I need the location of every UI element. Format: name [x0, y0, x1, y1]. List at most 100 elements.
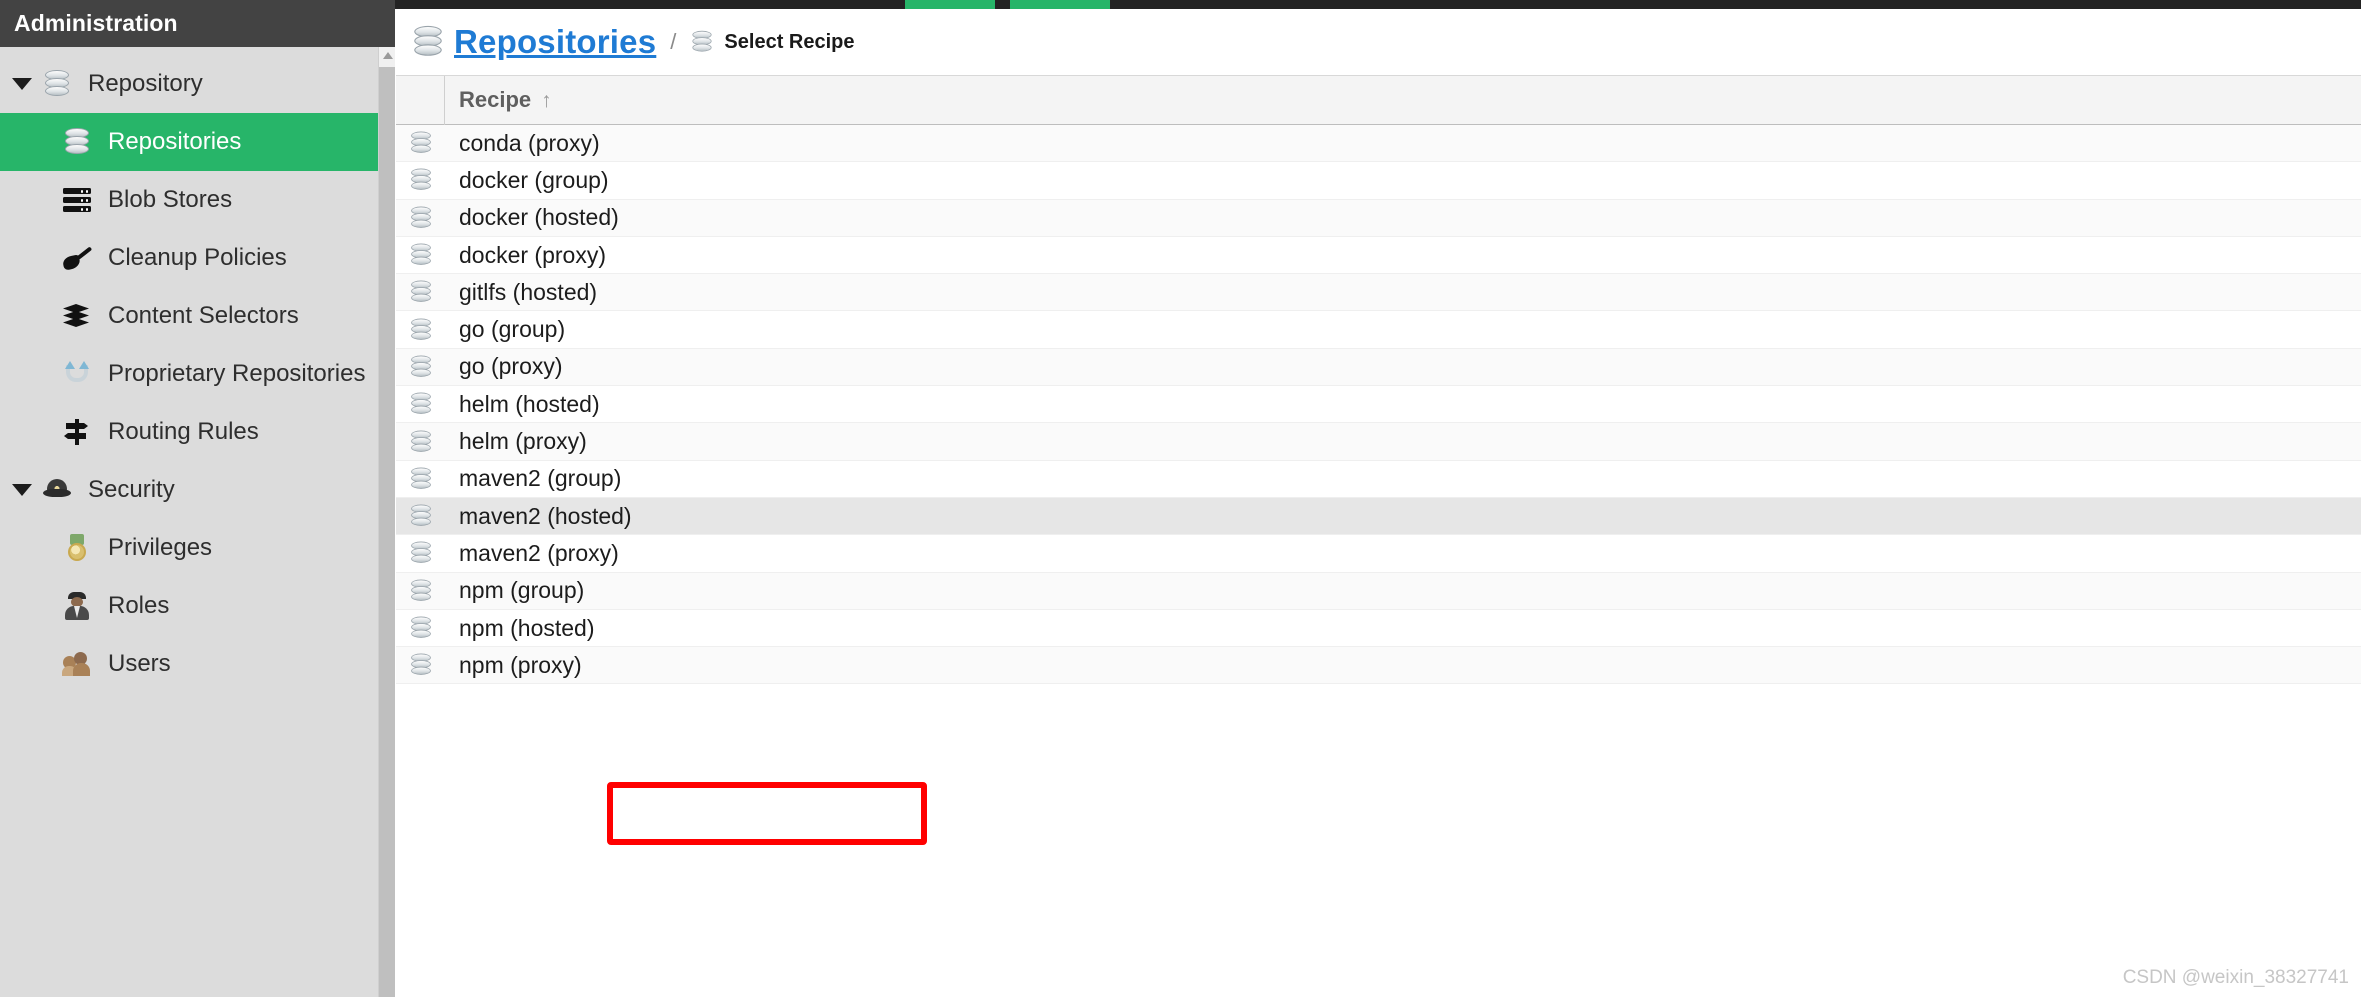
- table-row[interactable]: conda (proxy): [396, 125, 2361, 163]
- table-cell-recipe: maven2 (proxy): [459, 539, 619, 566]
- sidebar-item-label: Privileges: [108, 534, 213, 561]
- app-root: Administration Repository Repositories B…: [0, 0, 2361, 997]
- scroll-up-arrow-icon[interactable]: [379, 47, 395, 64]
- database-icon: [690, 28, 714, 56]
- sidebar-item-routing-rules[interactable]: Routing Rules: [0, 403, 395, 461]
- sidebar-group-repository[interactable]: Repository: [0, 55, 395, 113]
- sidebar-item-label: Repositories: [108, 128, 242, 155]
- table-row[interactable]: helm (proxy): [396, 423, 2361, 461]
- database-icon: [396, 241, 445, 269]
- green-tab-indicator-left: [905, 0, 995, 9]
- table-row[interactable]: gitlfs (hosted): [396, 274, 2361, 312]
- sidebar-item-label: Cleanup Policies: [108, 244, 287, 271]
- table-body: conda (proxy) docker (group) docker (hoste…: [396, 125, 2361, 685]
- signpost-icon: [62, 417, 92, 447]
- sidebar-header: Administration: [0, 0, 395, 47]
- table-row[interactable]: helm (hosted): [396, 386, 2361, 424]
- table-cell-recipe: docker (proxy): [459, 241, 606, 268]
- sidebar-item-label: Users: [108, 650, 171, 677]
- sidebar-item-repositories[interactable]: Repositories: [0, 113, 395, 171]
- sidebar-item-label: Roles: [108, 592, 170, 619]
- sidebar-item-users[interactable]: Users: [0, 635, 395, 693]
- database-icon: [396, 316, 445, 344]
- database-icon: [396, 353, 445, 381]
- chevron-down-icon[interactable]: [12, 484, 32, 496]
- chevron-down-icon[interactable]: [12, 78, 32, 90]
- table-cell-recipe: docker (group): [459, 166, 609, 193]
- main-content: Repositories / Select Recipe Recipe ↑ co…: [396, 9, 2361, 997]
- table-cell-recipe: maven2 (group): [459, 465, 622, 492]
- table-header-row: Recipe ↑: [396, 76, 2361, 125]
- database-icon: [396, 278, 445, 306]
- table-cell-recipe: docker (hosted): [459, 204, 619, 231]
- sidebar-item-privileges[interactable]: Privileges: [0, 519, 395, 577]
- sidebar-group-label-repository: Repository: [88, 70, 203, 97]
- database-icon: [396, 129, 445, 157]
- table-cell-recipe: go (proxy): [459, 353, 563, 380]
- sort-ascending-icon[interactable]: ↑: [541, 90, 552, 111]
- green-tab-indicator-right: [1010, 0, 1110, 9]
- sidebar-item-roles[interactable]: Roles: [0, 577, 395, 635]
- database-icon: [396, 428, 445, 456]
- medal-icon: [62, 533, 92, 563]
- broom-icon: [61, 243, 93, 273]
- sidebar-item-blob-stores[interactable]: Blob Stores: [0, 171, 395, 229]
- watermark: CSDN @weixin_38327741: [2122, 967, 2349, 988]
- table-row[interactable]: npm (hosted): [396, 609, 2361, 648]
- breadcrumb-link-repositories[interactable]: Repositories: [454, 23, 656, 61]
- database-icon: [414, 25, 442, 56]
- table-row[interactable]: maven2 (proxy): [396, 535, 2361, 573]
- table-cell-recipe: maven2 (hosted): [459, 502, 632, 529]
- layers-icon: [62, 301, 92, 331]
- sidebar: Administration Repository Repositories B…: [0, 0, 395, 997]
- table-cell-recipe: go (group): [459, 316, 566, 343]
- breadcrumb-separator: /: [670, 29, 677, 54]
- sidebar-group-security[interactable]: Security: [0, 461, 395, 519]
- sidebar-scrollbar[interactable]: [378, 47, 395, 997]
- table-row[interactable]: maven2 (hosted): [396, 497, 2361, 536]
- breadcrumb-current: Select Recipe: [724, 30, 855, 53]
- table-cell-recipe: npm (hosted): [459, 614, 595, 641]
- police-hat-icon: [42, 475, 72, 505]
- table-header-recipe[interactable]: Recipe ↑: [445, 76, 2361, 124]
- sidebar-item-label: Proprietary Repositories: [108, 360, 366, 387]
- column-label-recipe: Recipe: [459, 87, 532, 112]
- database-icon: [396, 651, 445, 679]
- table-row[interactable]: docker (hosted): [396, 199, 2361, 237]
- table-row[interactable]: npm (group): [396, 572, 2361, 610]
- table-row[interactable]: npm (proxy): [396, 647, 2361, 685]
- database-icon: [396, 539, 445, 567]
- table-cell-recipe: helm (proxy): [459, 428, 587, 455]
- page-title: Administration: [14, 10, 178, 36]
- database-icon: [42, 69, 72, 99]
- database-icon: [396, 614, 445, 642]
- database-icon: [396, 502, 445, 530]
- sidebar-nav: Repository Repositories Blob Stores Clea…: [0, 47, 395, 693]
- table-cell-recipe: npm (proxy): [459, 651, 582, 678]
- scrollbar-thumb[interactable]: [379, 67, 395, 997]
- table-row[interactable]: docker (proxy): [396, 236, 2361, 275]
- sidebar-item-cleanup-policies[interactable]: Cleanup Policies: [0, 229, 395, 287]
- recipe-table: Recipe ↑ conda (proxy) docker (group) dock…: [396, 75, 2361, 685]
- sidebar-item-label: Blob Stores: [108, 186, 233, 213]
- sidebar-item-content-selectors[interactable]: Content Selectors: [0, 287, 395, 345]
- sidebar-item-label: Content Selectors: [108, 302, 299, 329]
- server-stack-icon: [62, 185, 92, 215]
- database-icon: [396, 390, 445, 418]
- database-icon: [396, 465, 445, 493]
- officer-icon: [62, 591, 92, 621]
- sidebar-group-label-security: Security: [88, 476, 175, 503]
- database-icon: [396, 577, 445, 605]
- table-row[interactable]: maven2 (group): [396, 460, 2361, 498]
- users-icon: [62, 649, 92, 679]
- table-row[interactable]: go (proxy): [396, 348, 2361, 387]
- table-header-icon-column: [396, 76, 445, 125]
- sidebar-item-label: Routing Rules: [108, 418, 259, 445]
- database-icon: [396, 166, 445, 194]
- table-cell-recipe: helm (hosted): [459, 390, 600, 417]
- sidebar-item-proprietary-repositories[interactable]: Proprietary Repositories: [0, 345, 395, 403]
- breadcrumb: Repositories / Select Recipe: [396, 9, 2361, 75]
- table-row[interactable]: go (group): [396, 311, 2361, 349]
- table-row[interactable]: docker (group): [396, 162, 2361, 200]
- database-icon: [62, 127, 92, 157]
